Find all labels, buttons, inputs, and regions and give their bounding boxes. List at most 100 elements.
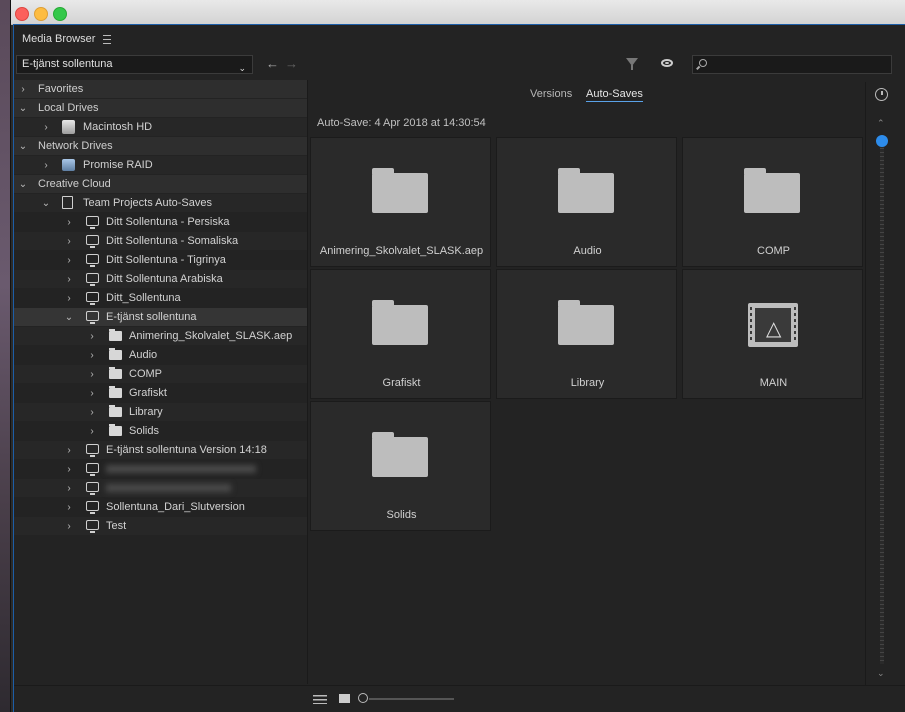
rail-slider-thumb[interactable] [876, 135, 888, 147]
chevron-down-icon[interactable]: ⌄ [41, 198, 51, 209]
chevron-right-icon[interactable]: › [87, 369, 97, 380]
tab-versions[interactable]: Versions [530, 88, 572, 100]
grid-item-folder[interactable]: Library [496, 269, 677, 399]
panel-header: Media Browser [22, 31, 112, 47]
chevron-right-icon[interactable]: › [87, 388, 97, 399]
tree-section-favorites[interactable]: › Favorites [14, 80, 307, 98]
chevron-right-icon[interactable]: › [18, 84, 28, 95]
tree-item-macintosh-hd[interactable]: › Macintosh HD [14, 118, 307, 136]
chevron-right-icon[interactable]: › [87, 331, 97, 342]
tree-item-folder[interactable]: › Grafiskt [14, 384, 307, 402]
folder-icon [372, 300, 428, 345]
chevron-down-icon[interactable]: ⌄ [18, 103, 28, 114]
view-options-eye-icon[interactable] [661, 59, 673, 67]
tree-item-folder[interactable]: › COMP [14, 365, 307, 383]
tree-item-promise-raid[interactable]: › Promise RAID [14, 156, 307, 174]
tree-item-project[interactable]: › Ditt Sollentuna Arabiska [14, 270, 307, 288]
tree-item-project-redacted[interactable]: › [14, 479, 307, 497]
tree-label: E-tjänst sollentuna Version 14:18 [106, 444, 267, 456]
grid-item-folder[interactable]: Audio [496, 137, 677, 267]
minimize-window-button[interactable] [34, 7, 48, 21]
tree-item-team-projects[interactable]: ⌄ Team Projects Auto-Saves [14, 194, 307, 212]
chevron-right-icon[interactable]: › [64, 445, 74, 456]
grid-item-label: Animering_Skolvalet_SLASK.aep [319, 245, 484, 257]
folder-icon [558, 168, 614, 213]
forward-arrow-icon[interactable]: → [285, 56, 298, 71]
tree-section-creative-cloud[interactable]: ⌄ Creative Cloud [14, 175, 307, 193]
tree-item-folder[interactable]: › Library [14, 403, 307, 421]
chevron-down-icon[interactable]: ⌄ [18, 179, 28, 190]
tree-item-project[interactable]: › Sollentuna_Dari_Slutversion [14, 498, 307, 516]
tree-label: Local Drives [38, 102, 99, 114]
tree-item-project-redacted[interactable]: › [14, 460, 307, 478]
chevron-down-icon[interactable]: ⌄ [877, 668, 885, 679]
location-dropdown[interactable]: E-tjänst sollentuna ⌄ [16, 55, 253, 74]
chevron-right-icon[interactable]: › [64, 521, 74, 532]
redacted-label [106, 484, 231, 492]
tree-item-project[interactable]: › E-tjänst sollentuna Version 14:18 [14, 441, 307, 459]
project-icon [86, 482, 99, 495]
chevron-right-icon[interactable]: › [87, 350, 97, 361]
rail-track[interactable] [880, 144, 884, 664]
grid-item-sequence[interactable]: △ MAIN [682, 269, 863, 399]
chevron-right-icon[interactable]: › [64, 502, 74, 513]
chevron-down-icon[interactable]: ⌄ [64, 312, 74, 323]
chevron-right-icon[interactable]: › [64, 236, 74, 247]
grid-item-label: COMP [757, 245, 790, 257]
history-clock-icon[interactable] [875, 88, 888, 101]
panel-menu-icon[interactable] [103, 34, 112, 44]
tree-section-local-drives[interactable]: ⌄ Local Drives [14, 99, 307, 117]
network-drive-icon [62, 159, 75, 171]
media-browser-panel: Media Browser E-tjänst sollentuna ⌄ ← → … [13, 24, 905, 712]
tree-label: Ditt Sollentuna - Persiska [106, 216, 230, 228]
chevron-right-icon[interactable]: › [41, 160, 51, 171]
project-icon [86, 292, 99, 305]
grid-item-folder[interactable]: Solids [310, 401, 491, 531]
zoom-window-button[interactable] [53, 7, 67, 21]
zoom-slider-track[interactable] [369, 698, 454, 700]
chevron-right-icon[interactable]: › [64, 293, 74, 304]
grid-item-folder[interactable]: Animering_Skolvalet_SLASK.aep [310, 137, 491, 267]
chevron-right-icon[interactable]: › [41, 122, 51, 133]
folder-icon [372, 168, 428, 213]
tree-label: COMP [129, 368, 162, 380]
version-tabs: Versions Auto-Saves [309, 82, 862, 102]
hard-drive-icon [62, 120, 75, 134]
tree-section-network-drives[interactable]: ⌄ Network Drives [14, 137, 307, 155]
back-arrow-icon[interactable]: ← [266, 56, 279, 71]
tab-auto-saves[interactable]: Auto-Saves [586, 88, 643, 102]
chevron-right-icon[interactable]: › [64, 464, 74, 475]
chevron-right-icon[interactable]: › [64, 217, 74, 228]
tree-item-folder[interactable]: › Solids [14, 422, 307, 440]
tree-label: Grafiskt [129, 387, 167, 399]
tree-label: Team Projects Auto-Saves [83, 197, 213, 209]
folder-icon [109, 367, 122, 379]
list-view-icon[interactable] [313, 695, 327, 704]
sequence-icon: △ [748, 303, 798, 347]
grid-item-label: Library [570, 377, 605, 389]
project-icon [86, 463, 99, 476]
chevron-right-icon[interactable]: › [87, 407, 97, 418]
close-window-button[interactable] [15, 7, 29, 21]
tree-item-folder[interactable]: › Audio [14, 346, 307, 364]
chevron-up-icon[interactable]: ⌃ [877, 118, 885, 129]
grid-item-folder[interactable]: COMP [682, 137, 863, 267]
tree-item-project-selected[interactable]: ⌄ E-tjänst sollentuna [14, 308, 307, 326]
tree-item-project[interactable]: › Ditt_Sollentuna [14, 289, 307, 307]
tree-item-project[interactable]: › Ditt Sollentuna - Somaliska [14, 232, 307, 250]
browser-toolbar [309, 54, 905, 76]
tree-item-project[interactable]: › Ditt Sollentuna - Tigrinya [14, 251, 307, 269]
chevron-right-icon[interactable]: › [64, 274, 74, 285]
grid-item-folder[interactable]: Grafiskt [310, 269, 491, 399]
tree-item-project[interactable]: › Test [14, 517, 307, 535]
chevron-right-icon[interactable]: › [64, 483, 74, 494]
tree-item-project[interactable]: › Ditt Sollentuna - Persiska [14, 213, 307, 231]
icon-view-icon[interactable] [339, 694, 350, 703]
chevron-right-icon[interactable]: › [64, 255, 74, 266]
tree-item-folder[interactable]: › Animering_Skolvalet_SLASK.aep [14, 327, 307, 345]
zoom-slider-thumb[interactable] [358, 693, 368, 703]
chevron-down-icon[interactable]: ⌄ [18, 141, 28, 152]
tree-label: Library [129, 406, 163, 418]
search-input[interactable] [692, 55, 892, 74]
chevron-right-icon[interactable]: › [87, 426, 97, 437]
